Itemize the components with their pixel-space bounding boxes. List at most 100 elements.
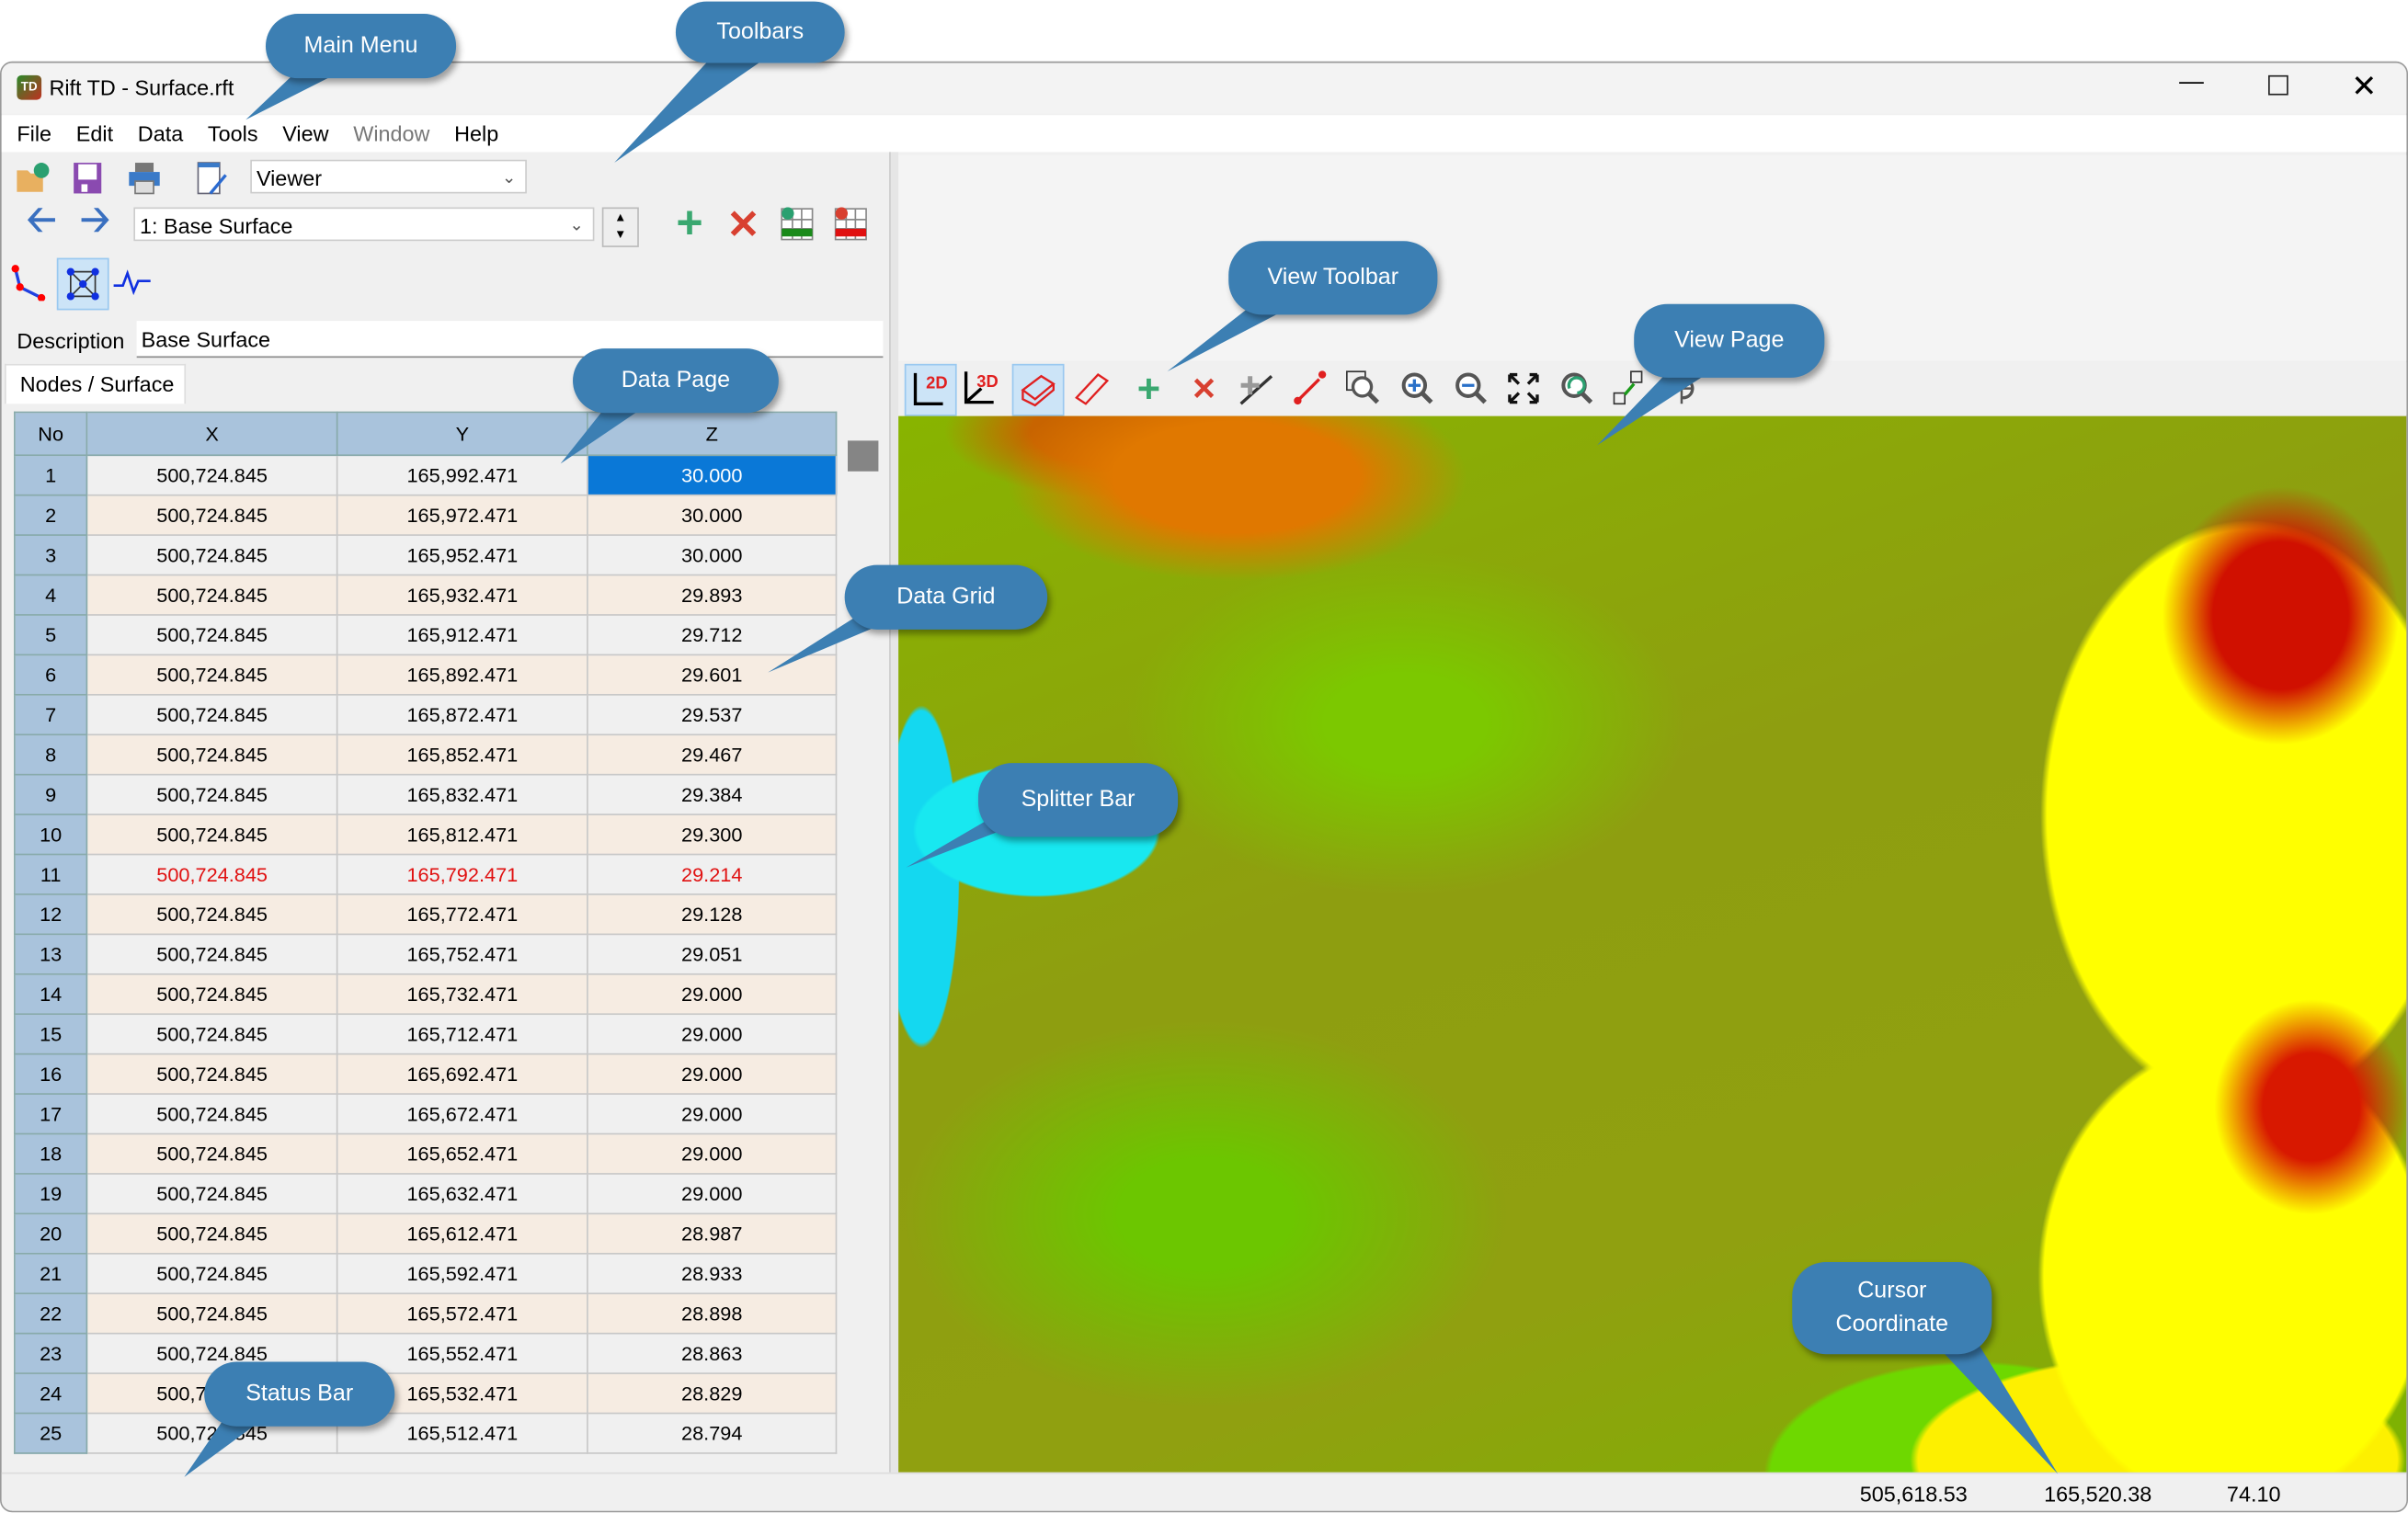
surface-spinner[interactable]: ▲ ▼ xyxy=(601,207,639,247)
cell-z[interactable]: 29.000 xyxy=(587,1052,838,1095)
cell-x[interactable]: 500,724.845 xyxy=(86,734,338,776)
cell-z[interactable]: 28.898 xyxy=(587,1292,838,1335)
delete-icon[interactable]: ✕ xyxy=(724,200,763,246)
menu-window[interactable]: Window xyxy=(341,115,442,152)
delete-rows-icon[interactable] xyxy=(831,204,871,244)
cell-z[interactable]: 29.467 xyxy=(587,734,838,776)
cell-no[interactable]: 23 xyxy=(14,1332,88,1374)
table-row[interactable]: 11 500,724.845 165,792.471 29.214 xyxy=(14,853,838,895)
cell-no[interactable]: 24 xyxy=(14,1372,88,1415)
cell-y[interactable]: 165,932.471 xyxy=(336,574,588,616)
profile-icon[interactable] xyxy=(112,263,152,302)
cell-no[interactable]: 6 xyxy=(14,654,88,696)
cell-z[interactable]: 28.933 xyxy=(587,1252,838,1295)
splitter-bar[interactable] xyxy=(889,152,899,1473)
cell-no[interactable]: 21 xyxy=(14,1252,88,1295)
cell-no[interactable]: 14 xyxy=(14,973,88,1016)
menu-data[interactable]: Data xyxy=(125,115,195,152)
wire-box-icon[interactable] xyxy=(1072,369,1112,408)
table-row[interactable]: 1 500,724.845 165,992.471 30.000 xyxy=(14,454,838,496)
cell-no[interactable]: 1 xyxy=(14,454,88,496)
surface-map-view[interactable] xyxy=(898,415,2407,1473)
cell-y[interactable]: 165,852.471 xyxy=(336,734,588,776)
mesh-icon[interactable] xyxy=(56,257,109,311)
table-row[interactable]: 18 500,724.845 165,652.471 29.000 xyxy=(14,1132,838,1175)
table-row[interactable]: 17 500,724.845 165,672.471 29.000 xyxy=(14,1093,838,1135)
minimize-button[interactable]: — xyxy=(2179,69,2204,97)
cell-z[interactable]: 28.794 xyxy=(587,1412,838,1454)
scrollbar-thumb[interactable] xyxy=(848,440,879,472)
cell-no[interactable]: 3 xyxy=(14,534,88,576)
cell-x[interactable]: 500,724.845 xyxy=(86,1013,338,1055)
cell-z[interactable]: 28.987 xyxy=(587,1212,838,1255)
cell-no[interactable]: 2 xyxy=(14,494,88,536)
zoom-in-icon[interactable] xyxy=(1398,369,1437,408)
cell-x[interactable]: 500,724.845 xyxy=(86,1252,338,1295)
cell-x[interactable]: 500,724.845 xyxy=(86,773,338,815)
cell-y[interactable]: 165,652.471 xyxy=(336,1132,588,1175)
zoom-out-icon[interactable] xyxy=(1451,369,1490,408)
cell-no[interactable]: 18 xyxy=(14,1132,88,1175)
table-row[interactable]: 25 500,724.845 165,512.471 28.794 xyxy=(14,1412,838,1454)
cell-x[interactable]: 500,724.845 xyxy=(86,893,338,936)
cell-x[interactable]: 500,724.845 xyxy=(86,654,338,696)
cell-no[interactable]: 15 xyxy=(14,1013,88,1055)
cell-no[interactable]: 25 xyxy=(14,1412,88,1454)
cell-y[interactable]: 165,632.471 xyxy=(336,1173,588,1215)
cell-z[interactable]: 29.300 xyxy=(587,813,838,856)
add-rows-icon[interactable] xyxy=(777,204,816,244)
cell-z[interactable]: 29.000 xyxy=(587,1013,838,1055)
cell-y[interactable]: 165,912.471 xyxy=(336,614,588,656)
cell-y[interactable]: 165,732.471 xyxy=(336,973,588,1016)
cell-y[interactable]: 165,612.471 xyxy=(336,1212,588,1255)
cell-y[interactable]: 165,692.471 xyxy=(336,1052,588,1095)
cell-no[interactable]: 4 xyxy=(14,574,88,616)
zoom-previous-icon[interactable] xyxy=(1558,369,1597,408)
cell-z[interactable]: 29.000 xyxy=(587,1132,838,1175)
table-row[interactable]: 16 500,724.845 165,692.471 29.000 xyxy=(14,1052,838,1095)
print-icon[interactable] xyxy=(124,158,164,198)
table-row[interactable]: 22 500,724.845 165,572.471 28.898 xyxy=(14,1292,838,1335)
view-2d-icon[interactable]: 2D xyxy=(904,363,957,416)
table-row[interactable]: 7 500,724.845 165,872.471 29.537 xyxy=(14,693,838,736)
view-3d-icon[interactable]: 3D xyxy=(960,369,999,408)
cell-x[interactable]: 500,724.845 xyxy=(86,1132,338,1175)
forward-arrow-icon[interactable]: 🡢 xyxy=(75,199,115,244)
cell-y[interactable]: 165,992.471 xyxy=(336,454,588,496)
close-button[interactable]: ✕ xyxy=(2351,67,2377,106)
cell-no[interactable]: 17 xyxy=(14,1093,88,1135)
cell-x[interactable]: 500,724.845 xyxy=(86,1292,338,1335)
cell-z[interactable]: 30.000 xyxy=(587,534,838,576)
cell-y[interactable]: 165,812.471 xyxy=(336,813,588,856)
add-icon[interactable]: + xyxy=(669,198,709,248)
cell-x[interactable]: 500,724.845 xyxy=(86,1173,338,1215)
zoom-extents-icon[interactable] xyxy=(1503,369,1543,408)
table-row[interactable]: 9 500,724.845 165,832.471 29.384 xyxy=(14,773,838,815)
table-row[interactable]: 24500,724.845165,532.47128.829 xyxy=(14,1372,838,1415)
cell-z[interactable]: 29.000 xyxy=(587,973,838,1016)
cell-y[interactable]: 165,592.471 xyxy=(336,1252,588,1295)
column-header-z[interactable]: Z xyxy=(587,411,838,457)
draw-line-icon[interactable] xyxy=(1290,369,1330,408)
cell-no[interactable]: 19 xyxy=(14,1173,88,1215)
menu-tools[interactable]: Tools xyxy=(196,115,270,152)
cell-no[interactable]: 22 xyxy=(14,1292,88,1335)
column-header-no[interactable]: No xyxy=(14,411,88,457)
cell-z[interactable]: 29.712 xyxy=(587,614,838,656)
cell-x[interactable]: 500,724.845 xyxy=(86,1212,338,1255)
cell-no[interactable]: 7 xyxy=(14,693,88,736)
cell-z[interactable]: 29.537 xyxy=(587,693,838,736)
zoom-window-icon[interactable] xyxy=(1344,369,1384,408)
tab-nodes-surface[interactable]: Nodes / Surface xyxy=(5,363,187,404)
pan-icon[interactable] xyxy=(1609,369,1649,408)
cell-x[interactable]: 500,724.845 xyxy=(86,973,338,1016)
cell-no[interactable]: 20 xyxy=(14,1212,88,1255)
cell-no[interactable]: 8 xyxy=(14,734,88,776)
table-row[interactable]: 23 500,724.845 165,552.471 28.863 xyxy=(14,1332,838,1374)
cell-no[interactable]: 11 xyxy=(14,853,88,895)
table-row[interactable]: 4 500,724.845 165,932.471 29.893 xyxy=(14,574,838,616)
cell-y[interactable]: 165,712.471 xyxy=(336,1013,588,1055)
cell-y[interactable]: 165,972.471 xyxy=(336,494,588,536)
delete-point-icon[interactable]: ✕ xyxy=(1184,369,1224,408)
menu-edit[interactable]: Edit xyxy=(63,115,125,152)
